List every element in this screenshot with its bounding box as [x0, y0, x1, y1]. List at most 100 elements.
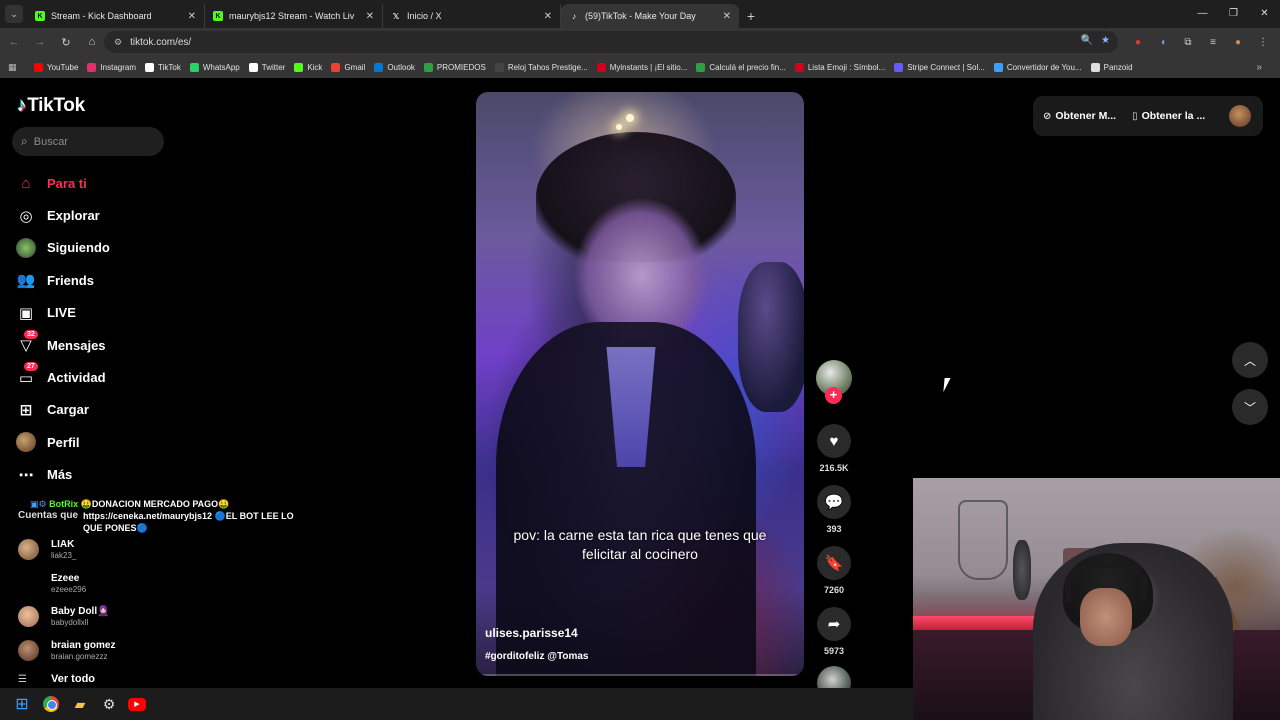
home-icon[interactable]: ⌂ [80, 30, 104, 54]
windows-start-icon[interactable]: ⊞ [12, 694, 32, 714]
bookmark-label: Stripe Connect | Sol... [907, 62, 985, 72]
address-bar[interactable]: ⚙ tiktok.com/es/ 🔍 ★ [104, 31, 1118, 53]
chrome-icon[interactable] [41, 694, 61, 714]
sidebar-item-mensajes[interactable]: ▽ 32 Mensajes [16, 329, 110, 361]
tiktok-logo[interactable]: ♪ TikTok [17, 95, 85, 117]
sidebar-item-perfil[interactable]: Perfil [16, 426, 110, 458]
following-account[interactable]: Baby Doll🧕🏻 babydollxll [18, 600, 115, 634]
sidebar-item-mas[interactable]: ⋯ Más [16, 459, 110, 491]
close-window-icon[interactable]: ✕ [1249, 0, 1280, 26]
sidebar-item-actividad[interactable]: ▭ 27 Actividad [16, 361, 110, 393]
tab-x-home[interactable]: 𝕏 Inicio / X ✕ [383, 4, 561, 28]
following-account[interactable]: braian gomez braian.gomezzz [18, 634, 115, 668]
extension-red-icon[interactable]: ● [1131, 37, 1145, 48]
close-tab-icon[interactable]: ✕ [188, 11, 196, 22]
video-player[interactable]: pov: la carne esta tan rica que tenes qu… [476, 92, 804, 676]
bookmark-item[interactable]: Gmail [331, 62, 365, 72]
tab-tiktok[interactable]: ♪ (59)TikTok - Make Your Day ✕ [561, 4, 739, 28]
share-arrow-icon: ➦ [827, 616, 841, 633]
like-button[interactable]: ♥ [817, 424, 851, 458]
heart-icon: ♥ [829, 432, 839, 450]
following-avatar [16, 237, 36, 258]
next-video-button[interactable]: ﹀ [1232, 389, 1268, 425]
video-author[interactable]: ulises.parisse14 [485, 626, 578, 640]
follow-plus-icon[interactable]: + [825, 387, 842, 404]
bookmark-item[interactable]: Convertidor de You... [993, 62, 1082, 72]
comment-button[interactable]: 💬 [817, 485, 851, 519]
search-box[interactable]: ⌕ [12, 127, 164, 156]
sidebar-item-label: Actividad [47, 370, 106, 386]
bookmark-item[interactable]: Kick [294, 62, 322, 72]
video-action-rail: + ♥ 216.5K 💬 393 🔖 7260 ➦ 5973 [816, 360, 852, 700]
bookmark-item[interactable]: Myinstants | ¡El sitio... [596, 62, 687, 72]
bookmark-item[interactable]: Stripe Connect | Sol... [894, 62, 985, 72]
menu-kebab-icon[interactable]: ⋮ [1256, 37, 1270, 48]
tab-kick-stream[interactable]: K maurybjs12 Stream - Watch Liv ✕ [205, 4, 383, 28]
bookmark-star-icon[interactable]: ★ [1101, 35, 1110, 46]
sidebar-item-cargar[interactable]: ⊞ Cargar [16, 394, 110, 426]
save-button[interactable]: 🔖 [817, 546, 851, 580]
profile-avatar [16, 432, 36, 453]
video-hashtags[interactable]: #gorditofeliz @Tomas [485, 651, 588, 662]
new-tab-button[interactable]: + [739, 4, 763, 28]
see-all-link[interactable]: ☰ Ver todo [18, 673, 95, 685]
bookmark-label: Reloj Tahos Prestige... [507, 62, 588, 72]
sidebar-item-live[interactable]: ▣ LIVE [16, 297, 110, 329]
bookmark-item[interactable]: YouTube [34, 62, 78, 72]
sidebar-item-label: Cargar [47, 402, 89, 418]
bookmark-favicon-icon [596, 62, 606, 72]
bot-icon: ▣⚙ [30, 499, 47, 509]
bookmark-favicon-icon [331, 62, 341, 72]
share-button[interactable]: ➦ [817, 607, 851, 641]
get-coins-button[interactable]: ⊘ Obtener M... [1043, 110, 1116, 122]
site-info-icon[interactable]: ⚙ [114, 37, 122, 48]
apps-grid-icon[interactable]: ▦ [8, 62, 20, 73]
bookmark-favicon-icon [696, 62, 706, 72]
sidebar-item-para-ti[interactable]: ⌂ Para ti [16, 167, 110, 199]
video-progress-bar[interactable] [480, 674, 800, 676]
search-input[interactable] [33, 135, 144, 148]
extension-audio-icon[interactable]: ◖ [1156, 37, 1170, 48]
close-tab-icon[interactable]: ✕ [723, 11, 731, 22]
close-tab-icon[interactable]: ✕ [544, 11, 552, 22]
following-account[interactable]: LIAK liak23_ [18, 533, 115, 567]
bookmark-item[interactable]: PROMIEDOS [423, 62, 486, 72]
settings-icon[interactable]: ⚙ [99, 694, 119, 714]
creator-avatar[interactable]: + [816, 360, 852, 404]
tab-kick-dashboard[interactable]: K Stream - Kick Dashboard ✕ [27, 4, 205, 28]
restore-icon[interactable]: ❐ [1218, 0, 1249, 26]
tab-search-button[interactable]: ⌄ [5, 5, 23, 23]
bookmark-item[interactable]: TikTok [145, 62, 181, 72]
bookmark-item[interactable]: Instagram [87, 62, 136, 72]
bookmark-item[interactable]: Panzoid [1090, 62, 1133, 72]
back-icon[interactable]: ← [2, 30, 26, 54]
bookmark-label: TikTok [158, 62, 181, 72]
youtube-icon[interactable]: ▶ [128, 697, 146, 711]
user-avatar[interactable] [1229, 105, 1251, 127]
bookmark-item[interactable]: Lista Emoji : Símbol... [794, 62, 885, 72]
sidebar-item-siguiendo[interactable]: Siguiendo [16, 232, 110, 264]
bookmark-item[interactable]: WhatsApp [189, 62, 240, 72]
close-tab-icon[interactable]: ✕ [366, 11, 374, 22]
tab-groups-icon[interactable]: ≡ [1206, 37, 1220, 48]
previous-video-button[interactable]: ︿ [1232, 342, 1268, 378]
bookmarks-overflow-icon[interactable]: » [1256, 62, 1262, 73]
get-app-button[interactable]: ▯ Obtener la ... [1132, 110, 1205, 122]
reload-icon[interactable]: ↻ [54, 30, 78, 54]
zoom-icon[interactable]: 🔍 [1081, 35, 1093, 46]
bookmark-item[interactable]: Calculá el precio fin... [696, 62, 786, 72]
video-frame-light [626, 114, 634, 122]
bookmark-item[interactable]: Reloj Tahos Prestige... [494, 62, 588, 72]
bookmark-item[interactable]: Twitter [248, 62, 285, 72]
profile-avatar-icon[interactable]: ● [1231, 37, 1245, 48]
forward-icon[interactable]: → [28, 30, 52, 54]
minimize-icon[interactable]: — [1187, 0, 1218, 26]
bookmark-favicon-icon [87, 62, 97, 72]
following-account[interactable]: Ezeee ezeee296 [18, 567, 115, 601]
sidebar-item-explorar[interactable]: ◎ Explorar [16, 199, 110, 231]
bookmark-item[interactable]: Outlook [374, 62, 415, 72]
sidebar-item-friends[interactable]: 👥 Friends [16, 264, 110, 296]
file-explorer-icon[interactable]: ▰ [70, 694, 90, 714]
live-icon: ▣ [18, 304, 34, 322]
extensions-puzzle-icon[interactable]: ⧉ [1181, 37, 1195, 48]
